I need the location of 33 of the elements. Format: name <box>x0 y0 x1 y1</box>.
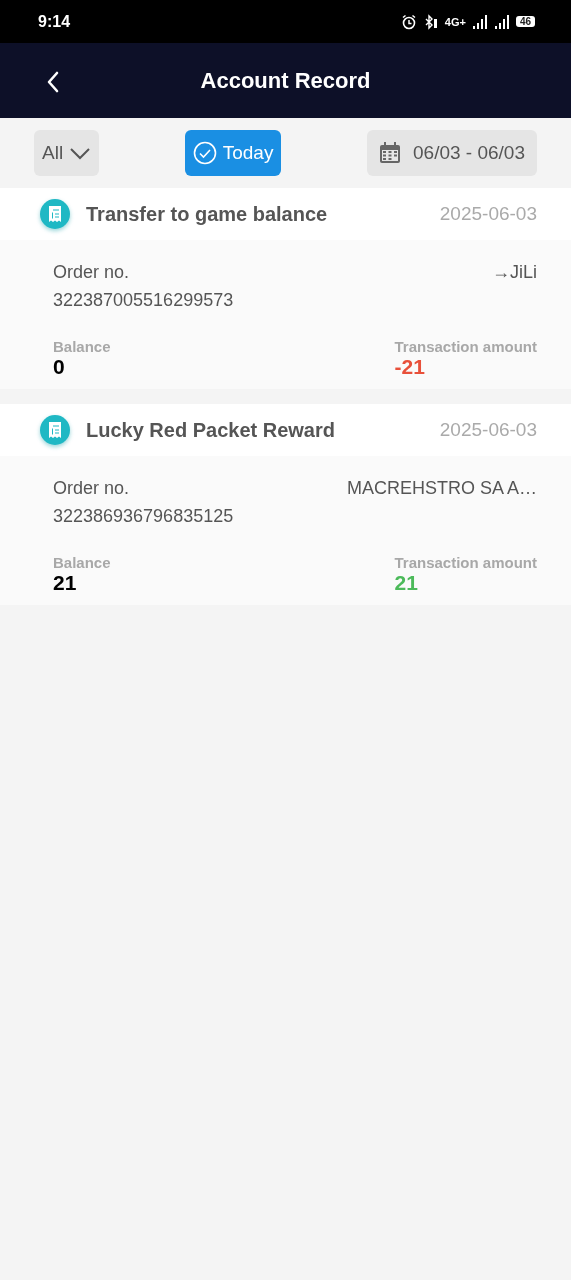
check-circle-icon <box>192 141 217 165</box>
amount-label: Transaction amount <box>394 554 537 571</box>
category-dropdown[interactable]: All <box>34 130 100 176</box>
battery-level: 46 <box>515 16 535 27</box>
today-toggle[interactable]: Today <box>184 130 282 176</box>
record-title: Lucky Red Packet Reward <box>86 418 336 442</box>
signal-icon <box>471 14 488 29</box>
record-date: 2025-06-03 <box>439 419 537 441</box>
calendar-icon <box>379 142 401 164</box>
amount-label: Transaction amount <box>394 338 537 355</box>
record-title: Transfer to game balance <box>86 202 329 226</box>
record-target: →JiLi <box>492 261 537 284</box>
receipt-icon <box>39 414 71 446</box>
balance-value: 21 <box>53 571 78 595</box>
amount-value: -21 <box>394 355 426 379</box>
balance-label: Balance <box>53 554 111 571</box>
record-target: MACREHSTRO SA A… <box>346 477 537 500</box>
order-label: Order no. <box>53 261 131 284</box>
alarm-icon <box>400 13 417 30</box>
balance-label: Balance <box>53 338 111 355</box>
record-date: 2025-06-03 <box>439 203 537 225</box>
receipt-icon <box>39 198 71 230</box>
page-title: Account Record <box>200 67 371 94</box>
date-range-button[interactable]: 06/03 - 06/03 <box>367 130 537 176</box>
order-label: Order no. <box>53 477 131 500</box>
chevron-down-icon <box>69 146 92 160</box>
order-number: 322386936796835125 <box>53 505 234 528</box>
status-time: 9:14 <box>38 12 71 31</box>
balance-value: 0 <box>53 355 66 379</box>
order-number: 322387005516299573 <box>53 289 234 312</box>
amount-value: 21 <box>394 571 419 595</box>
signal-icon <box>493 14 510 29</box>
network-type: 4G+ <box>444 15 466 28</box>
